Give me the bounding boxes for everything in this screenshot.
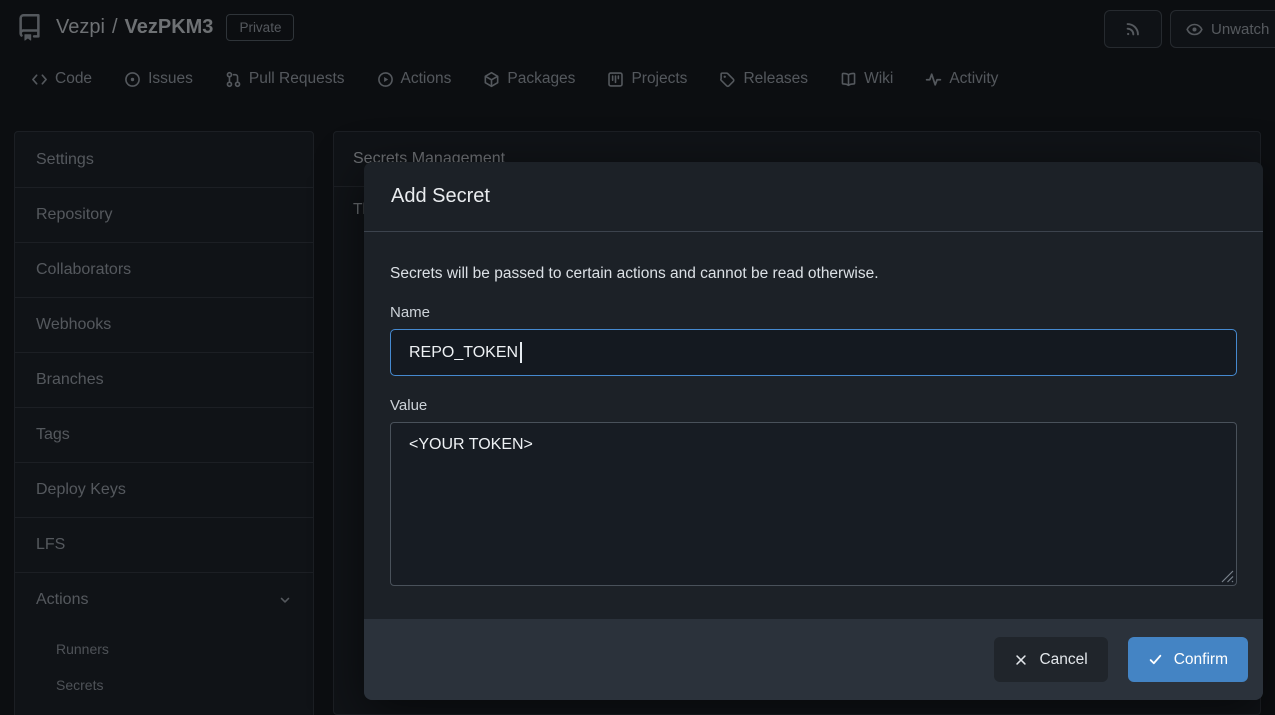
cancel-button[interactable]: Cancel [994,637,1107,682]
modal-description: Secrets will be passed to certain action… [390,265,1237,283]
confirm-label: Confirm [1174,651,1228,669]
confirm-button[interactable]: Confirm [1128,637,1248,682]
secret-value-textarea[interactable]: <YOUR TOKEN> [390,422,1237,586]
x-icon [1014,653,1028,667]
check-icon [1148,652,1163,667]
add-secret-modal: Add Secret Secrets will be passed to cer… [364,162,1263,700]
modal-footer: Cancel Confirm [364,619,1263,700]
modal-body: Secrets will be passed to certain action… [364,265,1263,586]
text-caret [520,342,522,363]
name-field-label: Name [390,304,1237,321]
modal-title: Add Secret [391,185,490,208]
secret-name-value: REPO_TOKEN [409,344,518,362]
cancel-label: Cancel [1039,651,1087,669]
secret-name-input[interactable]: REPO_TOKEN [390,329,1237,376]
value-field-label: Value [390,397,1237,414]
secret-value-text: <YOUR TOKEN> [409,436,533,453]
resize-grip-icon[interactable] [1221,570,1234,583]
modal-header: Add Secret [364,162,1263,232]
